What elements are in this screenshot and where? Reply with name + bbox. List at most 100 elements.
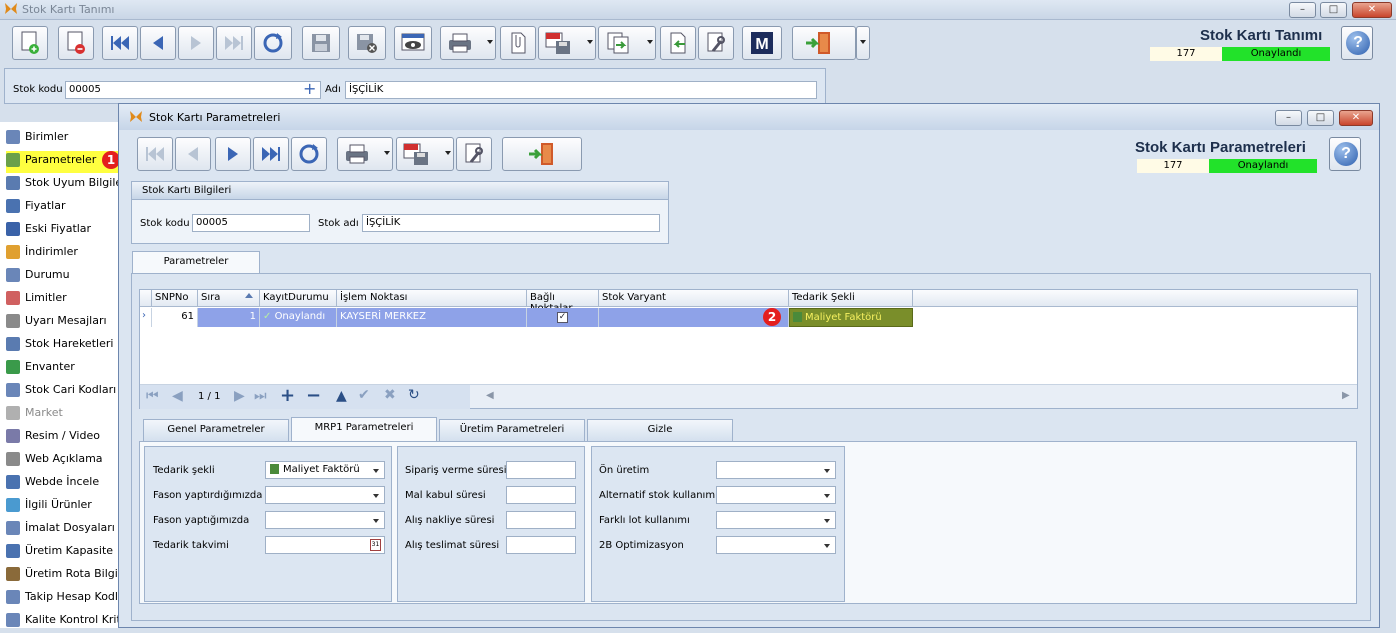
pager-add-icon[interactable]: + bbox=[280, 385, 295, 406]
sidebar-item[interactable]: Uyarı Mesajları bbox=[6, 312, 118, 334]
cell-snpno[interactable]: 61 bbox=[152, 308, 198, 327]
col-header[interactable]: Stok Varyant bbox=[599, 290, 789, 307]
pager-cancel-icon[interactable]: ✖ bbox=[384, 387, 396, 403]
stok-kodu-input[interactable]: 00005 bbox=[65, 81, 321, 99]
fason-yaptigimizda-select[interactable] bbox=[265, 511, 385, 529]
sidebar-item[interactable]: İmalat Dosyaları bbox=[6, 519, 118, 541]
sidebar-item[interactable]: Parametreler bbox=[6, 151, 118, 173]
sidebar-item[interactable]: Kalite Kontrol Kriterleri bbox=[6, 611, 118, 633]
dlg-first-button[interactable] bbox=[137, 137, 173, 171]
close-button[interactable]: ✕ bbox=[1352, 2, 1392, 18]
attach-button[interactable] bbox=[500, 26, 536, 60]
cancel-save-button[interactable] bbox=[348, 26, 386, 60]
pager-prev-icon[interactable]: ◀ bbox=[172, 388, 183, 404]
alis-nakliye-suresi-input[interactable] bbox=[506, 511, 576, 529]
cell-stok-varyant[interactable] bbox=[599, 308, 789, 327]
export-pdf-button[interactable] bbox=[538, 26, 596, 60]
pager-first-icon[interactable]: ⏮ bbox=[146, 388, 159, 404]
tab-parametreler[interactable]: Parametreler bbox=[132, 251, 260, 275]
sidebar-item[interactable]: Üretim Rota Bilgileri bbox=[6, 565, 118, 587]
dialog-maximize-button[interactable]: □ bbox=[1307, 110, 1334, 126]
sidebar-item[interactable]: Takip Hesap Kodları bbox=[6, 588, 118, 610]
dlg-next-button[interactable] bbox=[215, 137, 251, 171]
dlg-tools-button[interactable] bbox=[456, 137, 492, 171]
dialog-help-button[interactable]: ? bbox=[1329, 137, 1361, 171]
tab-genel-parametreler[interactable]: Genel Parametreler bbox=[143, 419, 289, 441]
col-header[interactable]: KayıtDurumu bbox=[260, 290, 337, 307]
sidebar-item[interactable]: Eski Fiyatlar bbox=[6, 220, 118, 242]
sidebar-item[interactable]: Web Açıklama bbox=[6, 450, 118, 472]
cell-islem-noktasi[interactable]: KAYSERİ MERKEZ bbox=[337, 308, 527, 327]
sidebar-item[interactable]: Stok Uyum Bilgileri bbox=[6, 174, 118, 196]
sidebar-item[interactable]: Birimler bbox=[6, 128, 118, 150]
sidebar-item[interactable]: Üretim Kapasite bbox=[6, 542, 118, 564]
cell-bagli-noktalar[interactable]: ✓ bbox=[527, 308, 599, 327]
dlg-export-pdf-button[interactable] bbox=[396, 137, 454, 171]
col-header[interactable]: Sıra bbox=[198, 290, 260, 307]
alis-teslimat-suresi-input[interactable] bbox=[506, 536, 576, 554]
dlg-prev-button[interactable] bbox=[175, 137, 211, 171]
tab-uretim-parametreler[interactable]: Üretim Parametreleri bbox=[439, 419, 585, 441]
preview-button[interactable] bbox=[394, 26, 432, 60]
sidebar-item[interactable]: Fiyatlar bbox=[6, 197, 118, 219]
pager-confirm-icon[interactable]: ✔ bbox=[358, 387, 370, 403]
col-header[interactable]: Tedarik Şekli bbox=[789, 290, 913, 307]
main-help-button[interactable]: ? bbox=[1341, 26, 1373, 60]
prev-record-button[interactable] bbox=[140, 26, 176, 60]
col-header[interactable]: SNPNo bbox=[152, 290, 198, 307]
dlg-print-button[interactable] bbox=[337, 137, 393, 171]
pager-last-icon[interactable]: ⏭ bbox=[254, 388, 267, 404]
checkbox-checked[interactable]: ✓ bbox=[557, 312, 568, 323]
first-record-button[interactable] bbox=[102, 26, 138, 60]
adi-input[interactable]: İŞÇİLİK bbox=[345, 81, 817, 99]
sidebar-item[interactable]: Envanter bbox=[6, 358, 118, 380]
sidebar-item[interactable]: Resim / Video bbox=[6, 427, 118, 449]
col-header[interactable]: Bağlı Noktalar bbox=[527, 290, 599, 314]
2b-optimizasyon-select[interactable] bbox=[716, 536, 836, 554]
sidebar-item[interactable]: Stok Hareketleri bbox=[6, 335, 118, 357]
exit-button[interactable] bbox=[792, 26, 856, 60]
siparis-verme-suresi-input[interactable] bbox=[506, 461, 576, 479]
cell-tedarik-sekli[interactable]: Maliyet Faktörü bbox=[789, 308, 913, 327]
sidebar-item[interactable]: Stok Cari Kodları bbox=[6, 381, 118, 403]
new-button[interactable] bbox=[12, 26, 48, 60]
refresh-button[interactable] bbox=[254, 26, 292, 60]
last-record-button[interactable] bbox=[216, 26, 252, 60]
sidebar-item[interactable]: Webde İncele bbox=[6, 473, 118, 495]
tedarik-sekli-select[interactable]: Maliyet Faktörü bbox=[265, 461, 385, 479]
sidebar-item[interactable]: Market bbox=[6, 404, 118, 426]
maximize-button[interactable]: □ bbox=[1320, 2, 1347, 18]
mal-kabul-suresi-input[interactable] bbox=[506, 486, 576, 504]
col-header[interactable]: İşlem Noktası bbox=[337, 290, 527, 307]
pager-refresh-icon[interactable]: ↻ bbox=[408, 387, 420, 403]
dlg-refresh-button[interactable] bbox=[291, 137, 327, 171]
farkli-lot-select[interactable] bbox=[716, 511, 836, 529]
save-button[interactable] bbox=[302, 26, 340, 60]
calendar-icon[interactable]: 31 bbox=[370, 539, 381, 551]
sidebar-item[interactable]: İndirimler bbox=[6, 243, 118, 265]
on-uretim-select[interactable] bbox=[716, 461, 836, 479]
plus-icon[interactable]: + bbox=[303, 79, 316, 98]
next-record-button[interactable] bbox=[178, 26, 214, 60]
pager-up-icon[interactable]: ▲ bbox=[336, 388, 347, 404]
copy-button[interactable] bbox=[598, 26, 656, 60]
tools-button[interactable] bbox=[698, 26, 734, 60]
scroll-left-icon[interactable]: ◀ bbox=[486, 390, 494, 401]
print-button[interactable] bbox=[440, 26, 496, 60]
m-button[interactable]: M bbox=[742, 26, 782, 60]
import-button[interactable] bbox=[660, 26, 696, 60]
sidebar-item[interactable]: Durumu bbox=[6, 266, 118, 288]
dlg-last-button[interactable] bbox=[253, 137, 289, 171]
sidebar-item[interactable]: İlgili Ürünler bbox=[6, 496, 118, 518]
pager-next-icon[interactable]: ▶ bbox=[234, 388, 245, 404]
dlg-stok-kodu-input[interactable]: 00005 bbox=[192, 214, 310, 232]
tedarik-takvimi-input[interactable]: 31 bbox=[265, 536, 385, 554]
tab-gizle[interactable]: Gizle bbox=[587, 419, 733, 441]
cell-durum[interactable]: ✓ Onaylandı bbox=[260, 308, 337, 327]
dialog-minimize-button[interactable]: – bbox=[1275, 110, 1302, 126]
pager-remove-icon[interactable]: − bbox=[306, 385, 321, 406]
scroll-right-icon[interactable]: ▶ bbox=[1342, 390, 1350, 401]
fason-yaptirdigimizda-select[interactable] bbox=[265, 486, 385, 504]
sidebar-item[interactable]: Limitler bbox=[6, 289, 118, 311]
delete-button[interactable] bbox=[58, 26, 94, 60]
